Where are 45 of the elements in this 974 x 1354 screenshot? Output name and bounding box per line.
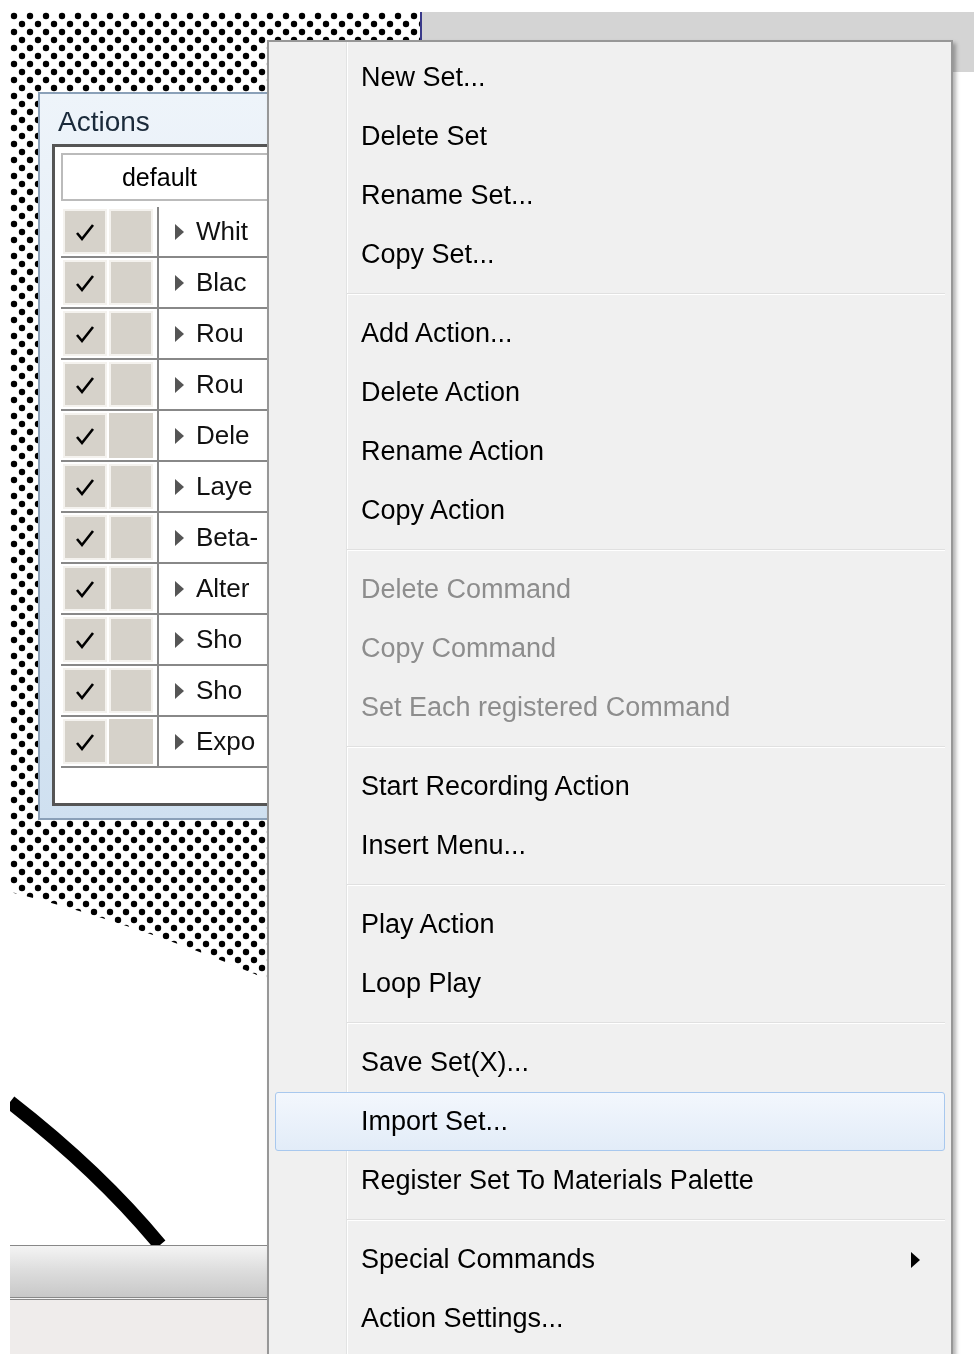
expand-arrow-icon[interactable] (175, 580, 184, 597)
expand-arrow-icon[interactable] (175, 427, 184, 444)
expand-arrow-icon[interactable] (175, 325, 184, 342)
checkbox[interactable] (63, 464, 107, 509)
action-name: Blac (196, 267, 247, 298)
menu-item[interactable]: Loop Play (275, 954, 945, 1013)
expand-arrow-icon[interactable] (175, 733, 184, 750)
action-name: Rou (196, 369, 244, 400)
dialog-toggle[interactable] (109, 413, 153, 458)
menu-item[interactable]: New Set... (275, 48, 945, 107)
action-name: Whit (196, 216, 248, 247)
checkbox[interactable] (63, 668, 107, 713)
menu-item[interactable]: Insert Menu... (275, 816, 945, 875)
checkbox[interactable] (63, 719, 107, 764)
checkbox[interactable] (63, 515, 107, 560)
checkbox[interactable] (63, 566, 107, 611)
checkbox[interactable] (63, 311, 107, 356)
menu-item[interactable]: Register Set To Materials Palette (275, 1151, 945, 1210)
menu-item[interactable]: Play Action (275, 895, 945, 954)
action-name: Expo (196, 726, 256, 757)
expand-arrow-icon[interactable] (175, 682, 184, 699)
action-name: Alter (196, 573, 250, 604)
expand-arrow-icon[interactable] (175, 478, 184, 495)
panel-title: Actions (57, 105, 151, 139)
action-name: Rou (196, 318, 244, 349)
action-name: Beta- (196, 522, 259, 553)
expand-arrow-icon[interactable] (175, 631, 184, 648)
checkbox[interactable] (63, 617, 107, 662)
menu-item[interactable]: Special Commands (275, 1230, 945, 1289)
action-name: Sho (196, 675, 243, 706)
checkbox[interactable] (63, 362, 107, 407)
menu-item[interactable]: Save Set(X)... (275, 1033, 945, 1092)
expand-arrow-icon[interactable] (175, 274, 184, 291)
expand-arrow-icon[interactable] (175, 376, 184, 393)
menu-item[interactable]: Action Settings... (275, 1289, 945, 1348)
checkbox[interactable] (63, 413, 107, 458)
dialog-toggle[interactable] (109, 719, 153, 764)
action-name: Laye (196, 471, 253, 502)
action-name: Dele (196, 420, 250, 451)
checkbox[interactable] (63, 260, 107, 305)
expand-arrow-icon[interactable] (175, 529, 184, 546)
checkbox[interactable] (63, 209, 107, 254)
action-name: Sho (196, 624, 243, 655)
expand-arrow-icon[interactable] (175, 223, 184, 240)
menu-item[interactable]: Import Set... (275, 1092, 945, 1151)
